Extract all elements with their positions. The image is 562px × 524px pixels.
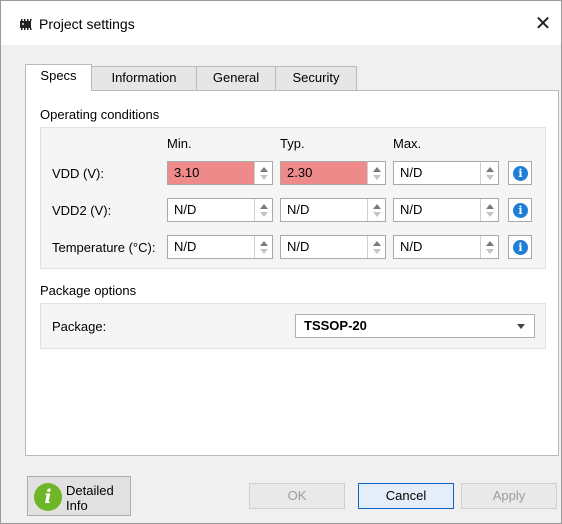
temperature-typ-value[interactable]: N/D bbox=[281, 236, 367, 258]
vdd-max-spinbox[interactable]: N/D bbox=[393, 161, 499, 185]
spin-up-icon[interactable] bbox=[486, 204, 494, 209]
package-label: Package: bbox=[52, 319, 107, 334]
temperature-max-spinbox[interactable]: N/D bbox=[393, 235, 499, 259]
spin-arrows[interactable] bbox=[480, 162, 498, 184]
spin-arrows[interactable] bbox=[367, 236, 385, 258]
package-options-group: Package: TSSOP-20 bbox=[40, 303, 546, 349]
vdd-label: VDD (V): bbox=[52, 166, 104, 181]
chip-icon bbox=[20, 19, 32, 30]
spin-down-icon[interactable] bbox=[260, 249, 268, 254]
temperature-label: Temperature (°C): bbox=[52, 240, 156, 255]
vdd2-min-spinbox[interactable]: N/D bbox=[167, 198, 273, 222]
spin-up-icon[interactable] bbox=[373, 204, 381, 209]
window-title: Project settings bbox=[39, 16, 135, 32]
spin-arrows[interactable] bbox=[480, 199, 498, 221]
spin-up-icon[interactable] bbox=[260, 241, 268, 246]
vdd2-label: VDD2 (V): bbox=[52, 203, 112, 218]
detailed-info-label-line1: Detailed bbox=[66, 483, 114, 498]
spin-up-icon[interactable] bbox=[260, 204, 268, 209]
spin-up-icon[interactable] bbox=[486, 241, 494, 246]
spin-up-icon[interactable] bbox=[260, 167, 268, 172]
title-bar: Project settings ✕ bbox=[1, 1, 561, 45]
temperature-info-button[interactable]: i bbox=[508, 235, 532, 259]
vdd2-info-button[interactable]: i bbox=[508, 198, 532, 222]
info-icon: i bbox=[34, 483, 62, 511]
vdd2-max-value[interactable]: N/D bbox=[394, 199, 480, 221]
temperature-min-value[interactable]: N/D bbox=[168, 236, 254, 258]
vdd2-min-value[interactable]: N/D bbox=[168, 199, 254, 221]
spin-down-icon[interactable] bbox=[373, 175, 381, 180]
vdd-info-button[interactable]: i bbox=[508, 161, 532, 185]
spin-down-icon[interactable] bbox=[260, 175, 268, 180]
vdd2-typ-value[interactable]: N/D bbox=[281, 199, 367, 221]
vdd-min-spinbox[interactable]: 3.10 bbox=[167, 161, 273, 185]
cancel-button[interactable]: Cancel bbox=[358, 483, 454, 509]
ok-button[interactable]: OK bbox=[249, 483, 345, 509]
vdd2-max-spinbox[interactable]: N/D bbox=[393, 198, 499, 222]
tab-specs[interactable]: Specs bbox=[25, 64, 92, 91]
temperature-min-spinbox[interactable]: N/D bbox=[167, 235, 273, 259]
spin-down-icon[interactable] bbox=[373, 212, 381, 217]
spin-arrows[interactable] bbox=[254, 162, 272, 184]
package-options-title: Package options bbox=[40, 283, 137, 298]
tab-information[interactable]: Information bbox=[91, 66, 197, 90]
spin-down-icon[interactable] bbox=[486, 212, 494, 217]
spin-arrows[interactable] bbox=[254, 236, 272, 258]
spin-down-icon[interactable] bbox=[486, 175, 494, 180]
close-icon[interactable]: ✕ bbox=[525, 7, 561, 41]
chevron-down-icon[interactable] bbox=[517, 324, 525, 329]
temperature-max-value[interactable]: N/D bbox=[394, 236, 480, 258]
vdd-typ-spinbox[interactable]: 2.30 bbox=[280, 161, 386, 185]
tab-security[interactable]: Security bbox=[275, 66, 357, 90]
operating-conditions-title: Operating conditions bbox=[40, 107, 160, 122]
detailed-info-label-line2: Info bbox=[66, 498, 88, 513]
info-icon: i bbox=[513, 203, 528, 218]
temperature-typ-spinbox[interactable]: N/D bbox=[280, 235, 386, 259]
spin-up-icon[interactable] bbox=[486, 167, 494, 172]
column-header-min: Min. bbox=[167, 136, 192, 151]
package-selected-value: TSSOP-20 bbox=[304, 318, 367, 333]
column-header-typ: Typ. bbox=[280, 136, 305, 151]
operating-conditions-group: Min. Typ. Max. VDD (V): 3.10 2.30 N/D i … bbox=[40, 127, 546, 269]
spin-arrows[interactable] bbox=[254, 199, 272, 221]
spin-arrows[interactable] bbox=[367, 199, 385, 221]
spin-down-icon[interactable] bbox=[260, 212, 268, 217]
vdd-min-value[interactable]: 3.10 bbox=[168, 162, 254, 184]
spin-down-icon[interactable] bbox=[373, 249, 381, 254]
spin-arrows[interactable] bbox=[367, 162, 385, 184]
spin-up-icon[interactable] bbox=[373, 241, 381, 246]
spin-up-icon[interactable] bbox=[373, 167, 381, 172]
column-header-max: Max. bbox=[393, 136, 422, 151]
tab-general[interactable]: General bbox=[196, 66, 276, 90]
info-icon: i bbox=[513, 240, 528, 255]
package-dropdown[interactable]: TSSOP-20 bbox=[295, 314, 535, 338]
vdd2-typ-spinbox[interactable]: N/D bbox=[280, 198, 386, 222]
spin-down-icon[interactable] bbox=[486, 249, 494, 254]
vdd-max-value[interactable]: N/D bbox=[394, 162, 480, 184]
vdd-typ-value[interactable]: 2.30 bbox=[281, 162, 367, 184]
apply-button[interactable]: Apply bbox=[461, 483, 557, 509]
project-settings-dialog: Project settings ✕ Specs Information Gen… bbox=[0, 0, 562, 524]
specs-panel: Operating conditions Min. Typ. Max. VDD … bbox=[25, 90, 559, 456]
info-icon: i bbox=[513, 166, 528, 181]
spin-arrows[interactable] bbox=[480, 236, 498, 258]
detailed-info-button[interactable]: i Detailed Info bbox=[27, 476, 131, 516]
